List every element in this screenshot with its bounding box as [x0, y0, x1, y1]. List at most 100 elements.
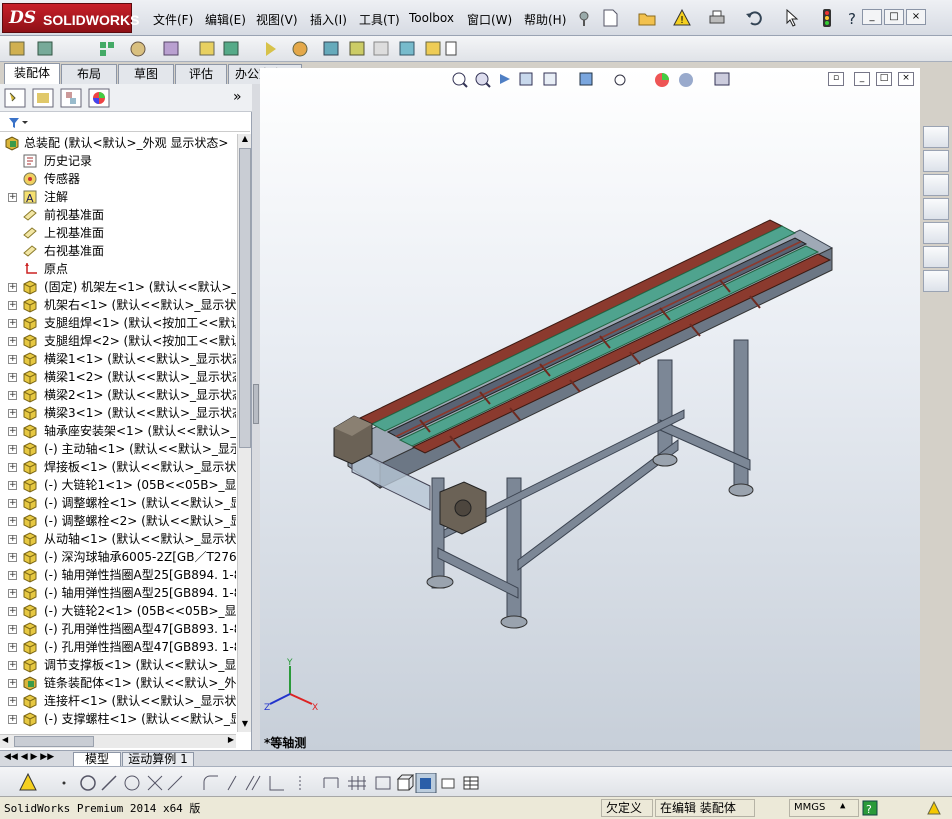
graphics-area[interactable] — [260, 68, 920, 750]
tree-item[interactable]: 原点 — [0, 260, 236, 278]
expand-toggle-icon[interactable]: + — [8, 391, 17, 400]
tree-item[interactable]: + 横梁2<1> (默认<<默认>_显示状态 1 — [0, 386, 236, 404]
tree-item[interactable]: + (-) 轴用弹性挡圈A型25[GB894. 1-8 — [0, 566, 236, 584]
menu-help[interactable]: 帮助(H) — [524, 11, 566, 28]
expand-toggle-icon[interactable]: + — [8, 355, 17, 364]
expand-toggle-icon[interactable]: + — [8, 697, 17, 706]
units-dropdown-icon[interactable]: ▲ — [840, 801, 845, 811]
tree-item[interactable]: + (-) 主动轴<1> (默认<<默认>_显示状 — [0, 440, 236, 458]
tab-motion-study-1[interactable]: 运动算例 1 — [122, 752, 194, 767]
viewport-minimize-button[interactable]: _ — [854, 72, 870, 86]
scroll-right-icon[interactable]: ▶ — [228, 735, 234, 744]
view-palette-icon[interactable] — [923, 222, 949, 244]
tab-model[interactable]: 模型 — [73, 752, 121, 767]
tree-item[interactable]: + (-) 孔用弹性挡圈A型47[GB893. 1-8 — [0, 620, 236, 638]
tree-item[interactable]: + A 注解 — [0, 188, 236, 206]
tree-item[interactable]: + (-) 支撑螺柱<1> (默认<<默认>_显示 — [0, 710, 236, 728]
tree-item[interactable]: + 焊接板<1> (默认<<默认>_显示状态 — [0, 458, 236, 476]
expand-toggle-icon[interactable]: + — [8, 715, 17, 724]
expand-toggle-icon[interactable]: + — [8, 193, 17, 202]
expand-toggle-icon[interactable]: + — [8, 337, 17, 346]
tree-item[interactable]: + (固定) 机架左<1> (默认<<默认>_显 — [0, 278, 236, 296]
select-arrow-icon[interactable] — [783, 9, 801, 27]
pin-icon[interactable] — [575, 9, 593, 27]
expand-toggle-icon[interactable]: + — [8, 283, 17, 292]
print-icon[interactable] — [708, 9, 726, 27]
tree-item[interactable]: + 调节支撑板<1> (默认<<默认>_显示状 — [0, 656, 236, 674]
menu-insert[interactable]: 插入(I) — [310, 11, 347, 28]
tree-item[interactable]: + (-) 大链轮2<1> (05B<<05B>_显示状 — [0, 602, 236, 620]
feature-manager-tab-icon[interactable] — [4, 88, 26, 108]
expand-toggle-icon[interactable]: + — [8, 661, 17, 670]
expand-toggle-icon[interactable]: + — [8, 301, 17, 310]
expand-toggle-icon[interactable]: + — [8, 499, 17, 508]
tree-item[interactable]: 传感器 — [0, 170, 236, 188]
expand-toggle-icon[interactable]: + — [8, 553, 17, 562]
expand-toggle-icon[interactable]: + — [8, 643, 17, 652]
tab-layout[interactable]: 布局 — [61, 64, 117, 84]
tree-item[interactable]: + 从动轴<1> (默认<<默认>_显示状态 — [0, 530, 236, 548]
tree-item[interactable]: + 支腿组焊<1> (默认<按加工<<默认> — [0, 314, 236, 332]
expand-toggle-icon[interactable]: + — [8, 463, 17, 472]
scroll-left-icon[interactable]: ◀ — [2, 735, 8, 744]
expand-toggle-icon[interactable]: + — [8, 445, 17, 454]
tree-item[interactable]: + (-) 调整螺栓<2> (默认<<默认>_显示 — [0, 512, 236, 530]
tile-icon[interactable]: ▫ — [828, 72, 844, 86]
menu-view[interactable]: 视图(V) — [256, 11, 298, 28]
tree-hscroll-thumb[interactable] — [14, 736, 94, 747]
custom-properties-icon[interactable] — [923, 270, 949, 292]
menu-edit[interactable]: 编辑(E) — [205, 11, 246, 28]
tree-item[interactable]: 历史记录 — [0, 152, 236, 170]
scroll-up-icon[interactable]: ▲ — [239, 134, 251, 147]
solidworks-logo[interactable]: DS SOLIDWORKS — [2, 3, 139, 33]
expand-panel-chevron-icon[interactable]: » — [233, 89, 242, 105]
expand-toggle-icon[interactable]: + — [8, 409, 17, 418]
open-folder-icon[interactable] — [638, 9, 656, 27]
expand-toggle-icon[interactable]: + — [8, 571, 17, 580]
expand-toggle-icon[interactable]: + — [8, 373, 17, 382]
menu-file[interactable]: 文件(F) — [153, 11, 193, 28]
tree-item[interactable]: 右视基准面 — [0, 242, 236, 260]
splitter-handle[interactable] — [253, 384, 259, 424]
tree-item[interactable]: + (-) 大链轮1<1> (05B<<05B>_显示状 — [0, 476, 236, 494]
restore-button[interactable]: □ — [884, 9, 904, 25]
undo-icon[interactable] — [745, 9, 763, 27]
tree-item[interactable]: 前视基准面 — [0, 206, 236, 224]
expand-toggle-icon[interactable]: + — [8, 481, 17, 490]
tree-item[interactable]: + 支腿组焊<2> (默认<按加工<<默认> — [0, 332, 236, 350]
tree-vscroll-thumb[interactable] — [239, 148, 251, 448]
minimize-button[interactable]: _ — [862, 9, 882, 25]
filter-icon[interactable] — [8, 117, 30, 129]
panel-splitter[interactable] — [252, 84, 260, 750]
configuration-manager-tab-icon[interactable] — [60, 88, 82, 108]
menu-toolbox[interactable]: Toolbox — [409, 11, 454, 25]
tree-item[interactable]: + 横梁3<1> (默认<<默认>_显示状态 1 — [0, 404, 236, 422]
units-selector[interactable]: MMGS — [789, 799, 859, 817]
tree-item[interactable]: + 横梁1<2> (默认<<默认>_显示状态 1 — [0, 368, 236, 386]
new-document-icon[interactable] — [601, 9, 619, 27]
tree-root-assembly[interactable]: 总装配 (默认<默认>_外观 显示状态> — [0, 134, 236, 152]
expand-toggle-icon[interactable]: + — [8, 535, 17, 544]
tree-item[interactable]: + (-) 调整螺栓<1> (默认<<默认>_显示 — [0, 494, 236, 512]
expand-toggle-icon[interactable]: + — [8, 517, 17, 526]
expand-toggle-icon[interactable]: + — [8, 427, 17, 436]
tree-horizontal-scrollbar[interactable]: ◀ ▶ — [0, 734, 236, 748]
menu-tools[interactable]: 工具(T) — [359, 11, 400, 28]
menu-window[interactable]: 窗口(W) — [467, 11, 512, 28]
display-manager-tab-icon[interactable] — [88, 88, 110, 108]
tree-vertical-scrollbar[interactable]: ▲ ▼ — [237, 134, 251, 732]
notification-icon[interactable] — [926, 800, 942, 816]
tab-evaluate[interactable]: 评估 — [175, 64, 227, 84]
home-icon[interactable] — [923, 150, 949, 172]
rebuild-warning-icon[interactable]: ! — [673, 9, 691, 27]
tree-item[interactable]: + (-) 深沟球轴承6005-2Z[GB／T276-9 — [0, 548, 236, 566]
tree-item[interactable]: + 轴承座安装架<1> (默认<<默认>_显示 — [0, 422, 236, 440]
expand-toggle-icon[interactable]: + — [8, 589, 17, 598]
tab-assembly[interactable]: 装配体 — [4, 63, 60, 85]
tab-nav-arrows-icon[interactable]: ◀◀ ◀ ▶ ▶▶ — [4, 752, 54, 762]
status-help-icon[interactable]: ? — [862, 800, 878, 816]
viewport-close-button[interactable]: × — [898, 72, 914, 86]
expand-toggle-icon[interactable]: + — [8, 319, 17, 328]
expand-toggle-icon[interactable]: + — [8, 607, 17, 616]
viewport-restore-button[interactable]: □ — [876, 72, 892, 86]
